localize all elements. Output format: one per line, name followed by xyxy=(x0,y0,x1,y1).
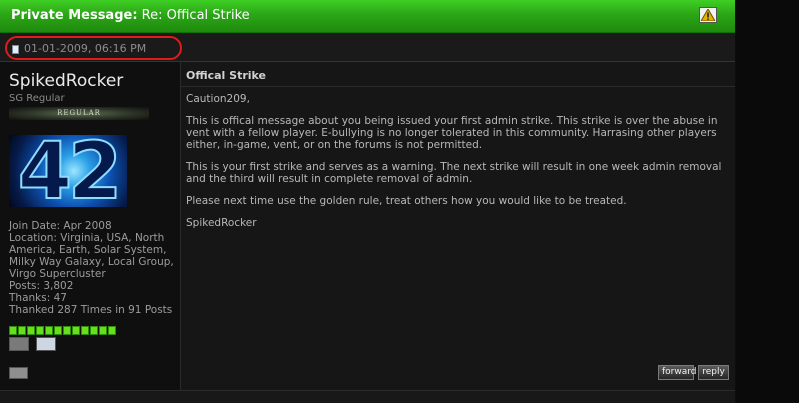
post-body: Caution209, This is offical message abou… xyxy=(186,93,729,239)
reputation-pip xyxy=(18,326,26,335)
post-title-bar: Offical Strike xyxy=(181,62,735,87)
user-info-panel: SpikedRocker SG Regular REGULAR 42 Join … xyxy=(0,62,181,390)
thanked-count: Thanked 287 Times in 91 Posts xyxy=(9,304,173,316)
message-title: Private Message: Re: Offical Strike xyxy=(11,8,250,23)
page-gutter xyxy=(736,0,799,402)
thanks-count: Thanks: 47 xyxy=(9,292,67,304)
reputation-pip xyxy=(108,326,116,335)
user-profile-icon[interactable] xyxy=(9,337,29,351)
footer-bar xyxy=(0,390,735,403)
rank-badge: REGULAR xyxy=(9,107,149,120)
warning-icon xyxy=(701,9,715,21)
reputation-pip xyxy=(54,326,62,335)
reputation-pip xyxy=(90,326,98,335)
reputation-pip xyxy=(63,326,71,335)
reputation-bar xyxy=(9,326,116,336)
message-title-label: Private Message: xyxy=(11,8,138,23)
reputation-pip xyxy=(72,326,80,335)
post-paragraph-1: This is offical message about you being … xyxy=(186,115,718,151)
user-website-icon[interactable] xyxy=(36,337,56,351)
post-panel: Offical Strike Caution209, This is offic… xyxy=(181,62,735,390)
avatar: 42 xyxy=(9,135,127,207)
avatar-number: 42 xyxy=(17,135,124,207)
reputation-pip xyxy=(36,326,44,335)
post-icon xyxy=(12,45,19,54)
reputation-pip xyxy=(81,326,89,335)
location: Location: Virginia, USA, North America, … xyxy=(9,232,174,280)
message-datetime: 01-01-2009, 06:16 PM xyxy=(24,42,147,55)
reputation-pip xyxy=(45,326,53,335)
post-greeting: Caution209, xyxy=(186,93,250,105)
reputation-pip xyxy=(99,326,107,335)
join-date: Join Date: Apr 2008 xyxy=(9,220,112,232)
reputation-pip xyxy=(9,326,17,335)
forward-button[interactable]: forward xyxy=(658,365,697,380)
send-message-icon[interactable] xyxy=(9,367,28,379)
post-count: Posts: 3,802 xyxy=(9,280,74,292)
username-link[interactable]: SpikedRocker xyxy=(9,71,123,91)
post-title: Offical Strike xyxy=(186,69,267,82)
user-stats: Join Date: Apr 2008 Location: Virginia, … xyxy=(9,220,174,316)
post-signature: SpikedRocker xyxy=(186,217,257,229)
post-paragraph-3: Please next time use the golden rule, tr… xyxy=(186,195,627,207)
reply-button[interactable]: reply xyxy=(698,365,729,380)
message-date-bar: 01-01-2009, 06:16 PM xyxy=(0,33,735,62)
report-post-button[interactable] xyxy=(699,7,717,23)
message-header: Private Message: Re: Offical Strike xyxy=(0,0,735,33)
message-subject: Re: Offical Strike xyxy=(141,8,250,23)
reputation-pip xyxy=(27,326,35,335)
post-paragraph-2: This is your first strike and serves as … xyxy=(186,161,722,185)
user-title: SG Regular xyxy=(9,93,65,104)
